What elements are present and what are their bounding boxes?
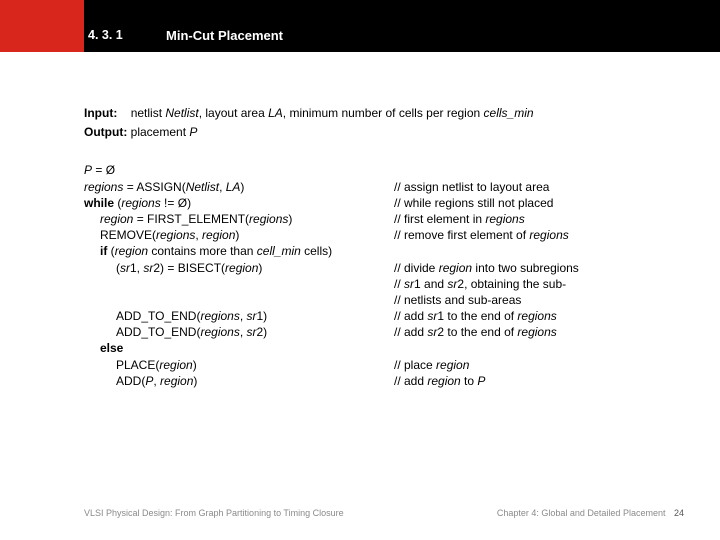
line-6: if (region contains more than cell_min c… [84, 243, 684, 259]
input-line: Input: netlist Netlist, layout area LA, … [84, 105, 684, 121]
footer: VLSI Physical Design: From Graph Partiti… [84, 508, 684, 518]
line-9: ADD_TO_END(regions, sr2) // add sr2 to t… [84, 324, 684, 340]
line-7c: // netlists and sub-areas [84, 292, 684, 308]
line-3: while (regions != Ø) // while regions st… [84, 195, 684, 211]
line-5: REMOVE(regions, region) // remove first … [84, 227, 684, 243]
slide-title: Min-Cut Placement [166, 28, 283, 43]
line-11: PLACE(region) // place region [84, 357, 684, 373]
line-1: P = Ø [84, 162, 684, 178]
line-7b: // sr1 and sr2, obtaining the sub- [84, 276, 684, 292]
slide-content: Input: netlist Netlist, layout area LA, … [84, 105, 684, 389]
section-number: 4. 3. 1 [88, 28, 123, 42]
line-12: ADD(P, region) // add region to P [84, 373, 684, 389]
line-8: ADD_TO_END(regions, sr1) // add sr1 to t… [84, 308, 684, 324]
footer-right: Chapter 4: Global and Detailed Placement… [497, 508, 684, 518]
line-4: region = FIRST_ELEMENT(regions) // first… [84, 211, 684, 227]
page-number: 24 [674, 508, 684, 518]
output-label: Output: [84, 125, 127, 139]
output-line: Output: placement P [84, 124, 684, 140]
header-bar: 4. 3. 1 Min-Cut Placement [0, 0, 720, 52]
header-accent [0, 0, 84, 52]
input-label: Input: [84, 106, 117, 120]
line-10: else [84, 340, 684, 356]
line-2: regions = ASSIGN(Netlist, LA) // assign … [84, 179, 684, 195]
footer-left: VLSI Physical Design: From Graph Partiti… [84, 508, 344, 518]
algorithm-block: P = Ø regions = ASSIGN(Netlist, LA) // a… [84, 162, 684, 389]
line-7: (sr1, sr2) = BISECT(region) // divide re… [84, 260, 684, 276]
